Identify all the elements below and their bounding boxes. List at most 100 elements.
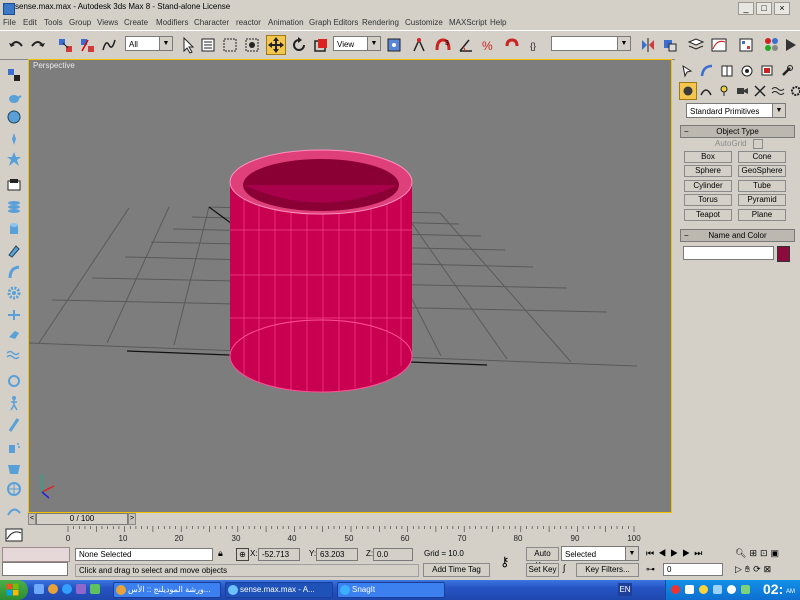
spray-icon[interactable] bbox=[4, 438, 24, 456]
layer-manager-icon[interactable] bbox=[686, 35, 706, 55]
field-of-view-icon[interactable]: ▷ bbox=[735, 564, 745, 574]
cameras-category-icon[interactable] bbox=[733, 82, 751, 100]
next-key-icon[interactable]: ▶ bbox=[682, 548, 694, 558]
go-to-start-icon[interactable]: ⏮ bbox=[646, 548, 658, 558]
set-key-button[interactable]: Set Key bbox=[526, 563, 559, 577]
select-and-rotate-icon[interactable] bbox=[289, 35, 309, 55]
menu-edit[interactable]: Edit bbox=[23, 18, 37, 27]
tray-icon[interactable] bbox=[699, 585, 708, 594]
current-frame-field[interactable]: 0 bbox=[663, 563, 723, 576]
star-shape-icon[interactable] bbox=[4, 150, 24, 168]
menu-animation[interactable]: Animation bbox=[268, 18, 304, 27]
minimize-button[interactable]: _ bbox=[738, 2, 754, 15]
close-button[interactable]: × bbox=[774, 2, 790, 15]
teapot-icon[interactable] bbox=[4, 88, 24, 106]
cylinder-button[interactable]: Cylinder bbox=[684, 180, 732, 192]
pivot-center-icon[interactable] bbox=[384, 35, 404, 55]
unlink-selection-icon[interactable] bbox=[77, 35, 97, 55]
mini-curve-editor-icon[interactable] bbox=[4, 527, 24, 543]
biped-icon[interactable] bbox=[4, 394, 24, 412]
select-by-name-icon[interactable] bbox=[198, 35, 218, 55]
align-icon[interactable] bbox=[660, 35, 680, 55]
zoom-extents-icon[interactable]: ⊡ bbox=[760, 548, 771, 558]
menu-group[interactable]: Group bbox=[69, 18, 91, 27]
menu-modifiers[interactable]: Modifiers bbox=[156, 18, 188, 27]
light-icon[interactable] bbox=[4, 130, 24, 148]
maxscript-input[interactable] bbox=[2, 562, 68, 576]
lights-category-icon[interactable] bbox=[715, 82, 733, 100]
reference-coordinate-dropdown[interactable]: View ▼ bbox=[333, 36, 381, 51]
percent-snap-icon[interactable]: % bbox=[479, 35, 499, 55]
auto-key-button[interactable]: Auto Key bbox=[526, 547, 559, 570]
curve-icon[interactable] bbox=[4, 502, 24, 520]
object-name-field[interactable] bbox=[683, 246, 774, 260]
key-filters-button[interactable]: Key Filters... bbox=[576, 563, 639, 577]
hierarchy-tab-icon[interactable] bbox=[718, 62, 736, 80]
maximize-button[interactable]: □ bbox=[756, 2, 772, 15]
render-icon[interactable] bbox=[781, 35, 800, 55]
sphere-icon[interactable] bbox=[4, 108, 24, 126]
select-and-move-icon[interactable] bbox=[266, 35, 286, 55]
brush-icon[interactable] bbox=[4, 416, 24, 434]
menu-reactor[interactable]: reactor bbox=[236, 18, 261, 27]
menu-graph-editors[interactable]: Graph Editors bbox=[309, 18, 358, 27]
menu-rendering[interactable]: Rendering bbox=[362, 18, 399, 27]
absolute-mode-icon[interactable]: ⊕ bbox=[236, 548, 249, 561]
plane-button[interactable]: Plane bbox=[738, 209, 786, 221]
modify-tab-icon[interactable] bbox=[698, 62, 716, 80]
y-coordinate-field[interactable]: 63.203 bbox=[316, 548, 358, 561]
object-type-rollout[interactable]: − Object Type bbox=[680, 125, 795, 138]
cylinder-icon[interactable] bbox=[4, 220, 24, 238]
app-icon-quicklaunch-2[interactable] bbox=[90, 584, 100, 594]
tray-icon[interactable] bbox=[685, 585, 694, 594]
paint-icon[interactable] bbox=[4, 241, 24, 259]
mirror-icon[interactable] bbox=[638, 35, 658, 55]
select-and-scale-icon[interactable] bbox=[311, 35, 331, 55]
teapot-button[interactable]: Teapot bbox=[684, 209, 732, 221]
utilities-tab-icon[interactable] bbox=[778, 62, 796, 80]
speaker-icon[interactable] bbox=[727, 585, 736, 594]
zoom-icon[interactable]: 🔍︎ bbox=[735, 548, 749, 558]
go-to-end-icon[interactable]: ⏭ bbox=[694, 548, 706, 558]
tray-icon[interactable] bbox=[713, 585, 722, 594]
app-icon[interactable] bbox=[3, 3, 15, 15]
object-tool-icon[interactable] bbox=[4, 66, 24, 84]
snap-toggle-icon[interactable]: 3 bbox=[433, 35, 453, 55]
angle-snap-icon[interactable] bbox=[456, 35, 476, 55]
previous-key-icon[interactable]: ◀ bbox=[658, 548, 670, 558]
play-icon[interactable]: ▶ bbox=[670, 548, 682, 558]
z-coordinate-field[interactable]: 0.0 bbox=[373, 548, 413, 561]
schematic-view-icon[interactable] bbox=[736, 35, 756, 55]
task-snagit[interactable]: SnagIt bbox=[337, 582, 445, 598]
key-mode-dropdown[interactable]: Selected ▼ bbox=[561, 546, 639, 561]
key-icon[interactable]: ⚷ bbox=[500, 554, 510, 570]
redo-icon[interactable] bbox=[28, 35, 48, 55]
torus-button[interactable]: Torus bbox=[684, 194, 732, 206]
zoom-extents-all-icon[interactable]: ▣ bbox=[771, 548, 783, 558]
display-tab-icon[interactable] bbox=[758, 62, 776, 80]
tube-button[interactable]: Tube bbox=[738, 180, 786, 192]
arc-rotate-icon[interactable]: ⟳ bbox=[753, 564, 764, 574]
cone-button[interactable]: Cone bbox=[738, 151, 786, 163]
named-selection-dropdown[interactable]: ▼ bbox=[551, 36, 631, 51]
key-mode-toggle-icon[interactable]: ⊶ bbox=[646, 564, 655, 575]
wave-icon[interactable] bbox=[4, 346, 24, 364]
wheel-icon[interactable] bbox=[4, 480, 24, 498]
menu-create[interactable]: Create bbox=[124, 18, 148, 27]
menu-help[interactable]: Help bbox=[490, 18, 506, 27]
menu-customize[interactable]: Customize bbox=[405, 18, 443, 27]
menu-views[interactable]: Views bbox=[97, 18, 118, 27]
bind-to-space-warp-icon[interactable] bbox=[99, 35, 119, 55]
spinner-snap-icon[interactable] bbox=[502, 35, 522, 55]
geosphere-button[interactable]: GeoSphere bbox=[738, 165, 786, 177]
motion-tab-icon[interactable] bbox=[738, 62, 756, 80]
box-button[interactable]: Box bbox=[684, 151, 732, 163]
name-and-color-rollout[interactable]: − Name and Color bbox=[680, 229, 795, 242]
menu-maxscript[interactable]: MAXScript bbox=[449, 18, 487, 27]
named-selection-icon[interactable]: {} bbox=[527, 35, 547, 55]
object-color-swatch[interactable] bbox=[777, 246, 790, 262]
gear-icon[interactable] bbox=[4, 284, 24, 302]
clock[interactable]: 02: bbox=[763, 581, 783, 597]
manipulate-icon[interactable] bbox=[409, 35, 429, 55]
menu-tools[interactable]: Tools bbox=[44, 18, 63, 27]
